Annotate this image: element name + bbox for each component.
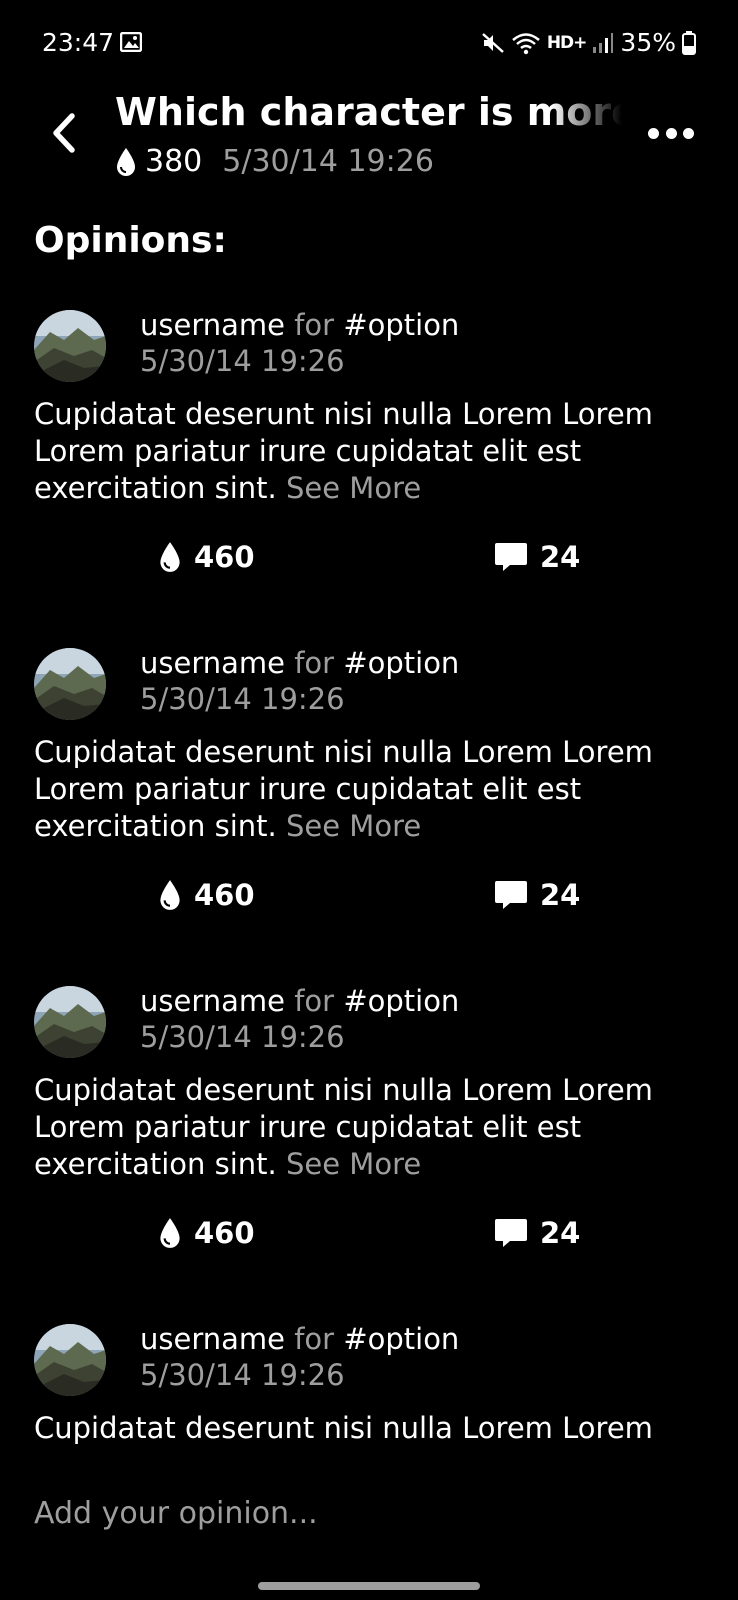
mute-icon: [481, 31, 505, 55]
back-icon: [53, 113, 75, 153]
avatar[interactable]: [34, 648, 106, 720]
hd-label: HD+: [546, 32, 588, 53]
opinion-date: 5/30/14 19:26: [140, 682, 345, 716]
question-date: 5/30/14 19:26: [222, 144, 434, 179]
opinion-text: Cupidatat deserunt nisi nulla Lorem Lore…: [34, 1410, 714, 1447]
back-button[interactable]: [44, 108, 84, 158]
opinion-for: for: [294, 308, 335, 342]
opinion-item[interactable]: username for #option 5/30/14 19:26 Cupid…: [0, 300, 738, 600]
opinion-text-content: Cupidatat deserunt nisi nulla Lorem Lore…: [34, 1411, 653, 1445]
vote-button[interactable]: 460: [158, 540, 255, 574]
comment-icon: [495, 1219, 527, 1247]
status-time: 23:47: [42, 28, 115, 57]
opinion-list[interactable]: username for #option 5/30/14 19:26 Cupid…: [0, 300, 738, 1458]
see-more-link[interactable]: See More: [286, 471, 421, 505]
more-options-button[interactable]: [648, 120, 694, 146]
opinion-date: 5/30/14 19:26: [140, 344, 345, 378]
page-title: Which character is more li: [115, 90, 622, 134]
avatar[interactable]: [34, 1324, 106, 1396]
signal-icon: [592, 32, 614, 54]
see-more-link[interactable]: See More: [286, 809, 421, 843]
opinion-author-line: username for #option: [140, 1320, 459, 1358]
drop-icon: [117, 148, 135, 176]
battery-percent: 35%: [620, 28, 676, 57]
opinion-author-line: username for #option: [140, 306, 459, 344]
comment-button[interactable]: 24: [494, 878, 580, 912]
vote-button[interactable]: 460: [158, 878, 255, 912]
battery-icon: [682, 30, 696, 55]
more-icon: [648, 127, 659, 139]
more-icon-dot: [665, 127, 677, 139]
see-more-link[interactable]: See More: [286, 1147, 421, 1181]
drop-icon: [160, 1218, 180, 1248]
opinion-username[interactable]: username: [140, 308, 285, 342]
comment-button[interactable]: 24: [494, 1216, 580, 1250]
opinion-option[interactable]: #option: [343, 646, 459, 680]
add-opinion-input[interactable]: [34, 1458, 704, 1570]
avatar[interactable]: [34, 310, 106, 382]
vote-count: 460: [194, 1216, 255, 1250]
opinion-for: for: [294, 1322, 335, 1356]
opinion-author-line: username for #option: [140, 644, 459, 682]
comment-icon: [495, 881, 527, 909]
add-opinion-bar: [0, 1458, 738, 1570]
drop-icon: [160, 542, 180, 572]
opinion-option[interactable]: #option: [343, 1322, 459, 1356]
home-indicator[interactable]: [258, 1582, 480, 1590]
opinion-username[interactable]: username: [140, 1322, 285, 1356]
opinion-for: for: [294, 646, 335, 680]
opinion-item[interactable]: username for #option 5/30/14 19:26 Cupid…: [0, 1314, 738, 1458]
question-meta: 380 5/30/14 19:26: [115, 142, 434, 182]
status-bar: 23:47 HD+ 35%: [0, 0, 738, 88]
opinion-text: Cupidatat deserunt nisi nulla Lorem Lore…: [34, 396, 714, 507]
comment-count: 24: [540, 878, 581, 912]
opinion-author-line: username for #option: [140, 982, 459, 1020]
opinion-username[interactable]: username: [140, 646, 285, 680]
wifi-icon: [511, 31, 541, 55]
gallery-icon: [119, 31, 143, 53]
more-icon-dot: [683, 127, 694, 139]
section-title: Opinions:: [34, 220, 227, 261]
comment-count: 24: [540, 1216, 581, 1250]
opinion-option[interactable]: #option: [343, 308, 459, 342]
opinion-option[interactable]: #option: [343, 984, 459, 1018]
avatar[interactable]: [34, 986, 106, 1058]
comment-icon: [495, 543, 527, 571]
opinion-item[interactable]: username for #option 5/30/14 19:26 Cupid…: [0, 638, 738, 938]
comment-button[interactable]: 24: [494, 540, 580, 574]
vote-count: 460: [194, 878, 255, 912]
opinion-item[interactable]: username for #option 5/30/14 19:26 Cupid…: [0, 976, 738, 1276]
opinion-date: 5/30/14 19:26: [140, 1020, 345, 1054]
comment-count: 24: [540, 540, 581, 574]
opinion-for: for: [294, 984, 335, 1018]
vote-button[interactable]: 460: [158, 1216, 255, 1250]
opinion-text: Cupidatat deserunt nisi nulla Lorem Lore…: [34, 734, 714, 845]
question-votes: 380: [145, 144, 203, 179]
vote-count: 460: [194, 540, 255, 574]
drop-icon: [160, 880, 180, 910]
status-right: HD+ 35%: [481, 28, 696, 57]
opinion-username[interactable]: username: [140, 984, 285, 1018]
opinion-date: 5/30/14 19:26: [140, 1358, 345, 1392]
opinion-text: Cupidatat deserunt nisi nulla Lorem Lore…: [34, 1072, 714, 1183]
